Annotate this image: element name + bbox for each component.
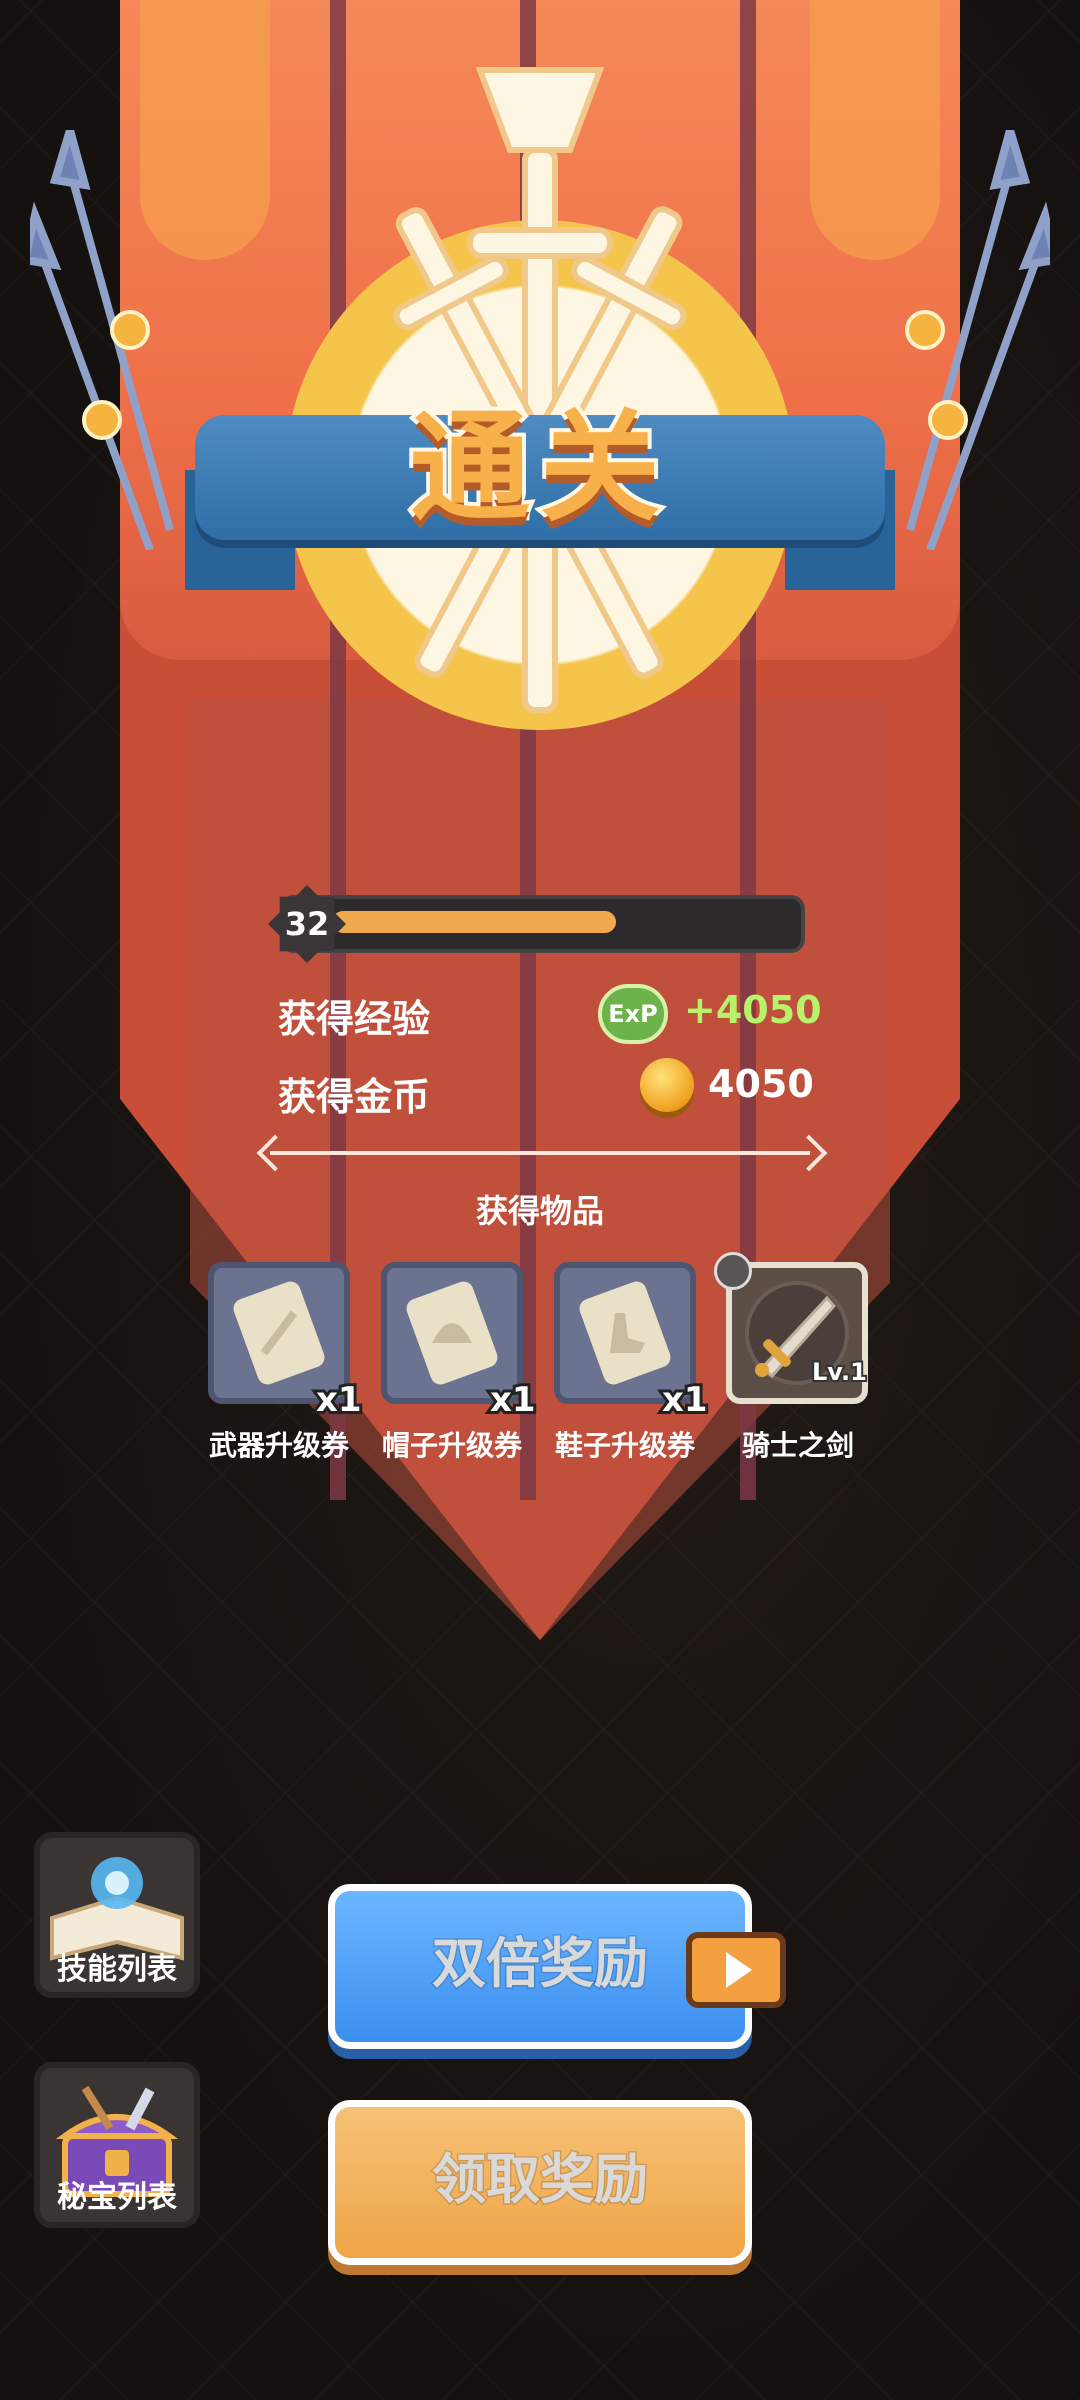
stage-clear-title: 通关 <box>406 395 670 542</box>
item-quantity: x1 <box>487 1377 539 1423</box>
gold-coin-icon <box>640 1058 694 1112</box>
level-progress-bar <box>280 895 805 953</box>
claim-reward-button[interactable]: 领取奖励 <box>328 2100 752 2265</box>
gold-value: 4050 <box>708 1062 814 1106</box>
hat-ticket-icon <box>406 1281 498 1385</box>
item-quantity: x1 <box>313 1377 365 1423</box>
item-level: Lv.1 <box>810 1356 869 1388</box>
skill-list-label: 技能列表 <box>57 1952 177 1987</box>
watch-ad-video-icon <box>686 1932 786 2008</box>
level-progress-fill <box>332 911 616 933</box>
exp-label: 获得经验 <box>278 997 431 1041</box>
gold-label: 获得金币 <box>278 1075 431 1119</box>
exp-icon: ExP <box>598 984 668 1044</box>
item-name: 鞋子升级券 <box>554 1429 695 1462</box>
treasure-list-label: 秘宝列表 <box>57 2180 177 2215</box>
item-name: 武器升级券 <box>208 1429 349 1462</box>
sword-badge-icon <box>714 1252 752 1290</box>
divider <box>270 1151 810 1155</box>
level-number: 32 <box>284 905 330 943</box>
item-quantity: x1 <box>659 1377 711 1423</box>
item-name: 骑士之剑 <box>741 1429 854 1462</box>
items-title: 获得物品 <box>475 1192 604 1230</box>
shoe-ticket-icon <box>579 1281 671 1385</box>
item-name: 帽子升级券 <box>381 1429 522 1462</box>
exp-value: +4050 <box>684 988 822 1032</box>
weapon-ticket-icon <box>233 1281 325 1385</box>
